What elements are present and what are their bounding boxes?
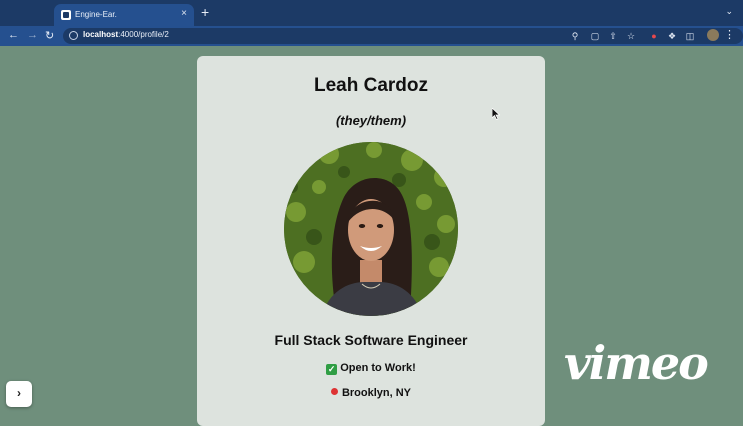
profile-photo: [284, 142, 458, 316]
share-icon[interactable]: ⇧: [608, 31, 618, 41]
location-pin-icon: [330, 388, 338, 395]
work-status-text: Open to Work!: [340, 362, 416, 374]
mouse-cursor-icon: [492, 108, 500, 120]
new-tab-button[interactable]: +: [201, 4, 209, 20]
key-icon[interactable]: ⚲: [570, 31, 580, 41]
location-text: Brooklyn, NY: [341, 387, 412, 399]
site-info-icon[interactable]: [69, 31, 78, 40]
profile-avatar-icon[interactable]: [707, 29, 719, 41]
menu-kebab-icon[interactable]: ⋮: [724, 28, 735, 41]
profile-location: Brooklyn, NY: [197, 387, 545, 399]
tab-title: Engine-Ear.: [75, 10, 117, 19]
address-bar[interactable]: localhost:4000/profile/2 ⚲ ▢ ⇧ ☆ ● ❖ ◫: [63, 28, 743, 44]
tab-close-button[interactable]: ×: [181, 8, 187, 19]
back-arrow-icon[interactable]: ←: [8, 29, 19, 41]
checkmark-icon: ✓: [326, 364, 338, 375]
favicon-icon: [61, 10, 71, 20]
tab-bar: Engine-Ear. × + ⌄: [0, 0, 743, 26]
extensions-puzzle-icon[interactable]: ❖: [667, 31, 677, 41]
browser-tab[interactable]: Engine-Ear. ×: [54, 4, 194, 26]
install-icon[interactable]: ▢: [590, 31, 600, 41]
url-text[interactable]: localhost:4000/profile/2: [83, 30, 169, 39]
profile-name: Leah Cardoz: [313, 75, 429, 96]
vimeo-logo: vimeo: [564, 336, 709, 390]
bookmark-star-icon[interactable]: ☆: [626, 31, 636, 41]
tab-search-chevron-icon[interactable]: ⌄: [725, 6, 733, 17]
profile-role: Full Stack Software Engineer: [274, 332, 468, 348]
work-status: ✓ Open to Work!: [197, 362, 545, 375]
browser-toolbar: ← → ↻ localhost:4000/profile/2 ⚲ ▢ ⇧ ☆ ●…: [0, 26, 743, 46]
extension-record-icon[interactable]: ●: [649, 31, 659, 41]
side-panel-icon[interactable]: ◫: [685, 31, 695, 41]
expand-button[interactable]: ›: [6, 381, 32, 407]
reload-icon[interactable]: ↻: [45, 29, 54, 42]
forward-arrow-icon[interactable]: →: [27, 29, 38, 41]
